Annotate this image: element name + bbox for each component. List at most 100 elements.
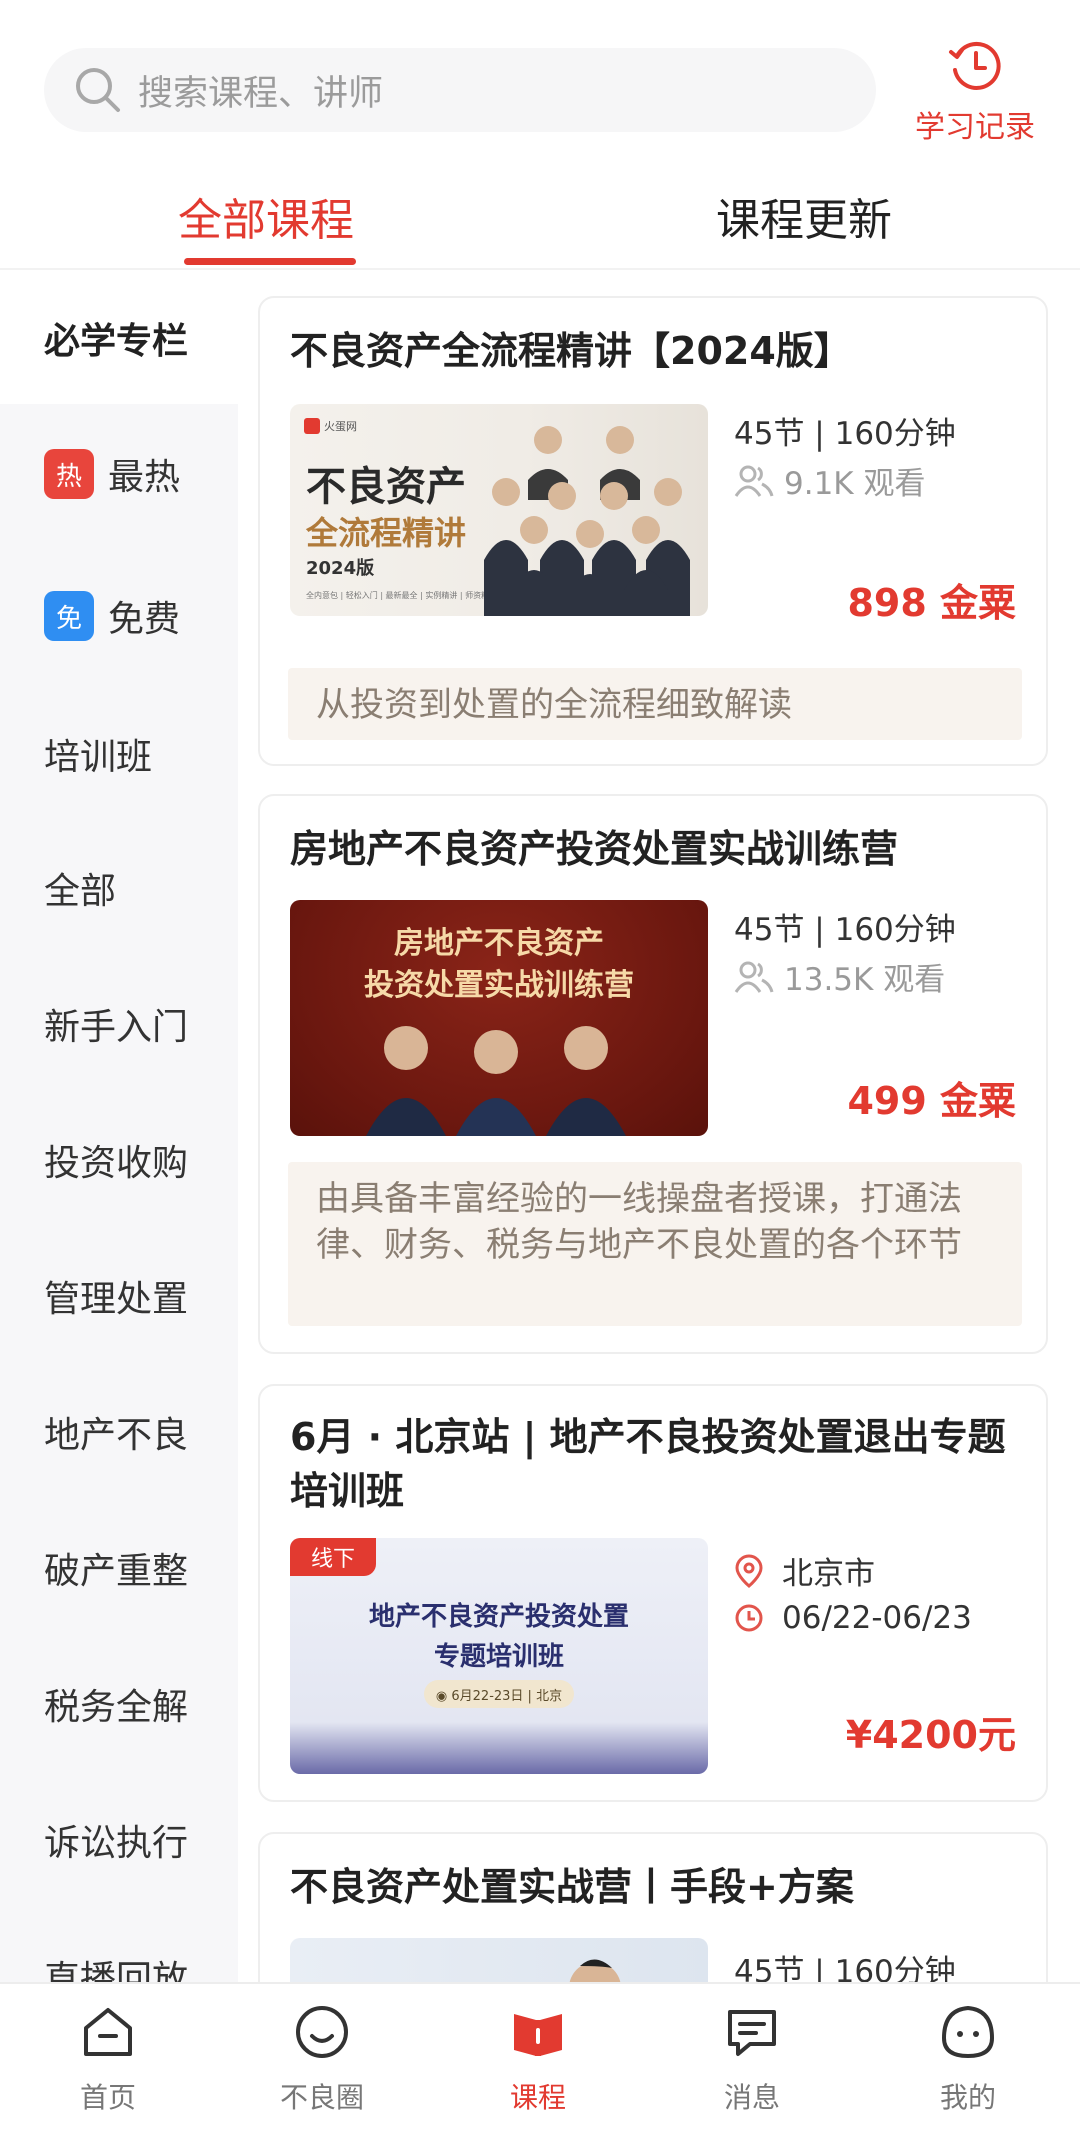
lesson-info: 45节 | 160分钟 xyxy=(734,912,956,948)
sidebar-item-must-learn[interactable]: 必学专栏 xyxy=(0,272,238,404)
study-history-label: 学习记录 xyxy=(915,110,1035,145)
dates-text: 06/22-06/23 xyxy=(782,1600,972,1636)
sidebar-item-management[interactable]: 管理处置 xyxy=(0,1246,238,1346)
course-thumbnail: 火蛋网 不良资产 全流程精讲 2024版 全内意包 | 轻松入门 | 最新最全 … xyxy=(290,404,708,616)
home-icon xyxy=(84,2008,132,2056)
book-icon xyxy=(514,2014,562,2056)
nav-community[interactable]: 不良圈 xyxy=(252,2000,392,2116)
nav-courses[interactable]: 课程 xyxy=(468,2000,608,2116)
sidebar-item-all[interactable]: 全部 xyxy=(0,838,238,938)
bottom-navigation: 首页 不良圈 课程 消息 我的 xyxy=(0,1982,1080,2134)
course-card[interactable]: 不良资产全流程精讲【2024版】 火蛋网 不良资产 全流程精讲 2024版 全内… xyxy=(258,296,1048,766)
nav-messages[interactable]: 消息 xyxy=(682,2000,822,2116)
view-count: 9.1K 观看 xyxy=(734,458,925,503)
search-bar[interactable]: 搜索课程、讲师 xyxy=(44,48,876,132)
thumb-line2: 专题培训班 xyxy=(433,1642,564,1672)
clock-icon xyxy=(949,41,1001,90)
sidebar-item-label: 诉讼执行 xyxy=(44,1823,189,1864)
lesson-info: 45节 | 160分钟 xyxy=(734,416,956,452)
study-history-button[interactable]: 学习记录 xyxy=(900,36,1050,146)
sidebar-item-label: 直播回放 xyxy=(44,1959,189,1982)
sidebar-item-label: 全部 xyxy=(44,871,117,912)
tab-all-courses[interactable]: 全部课程 xyxy=(178,184,354,248)
course-title: 不良资产全流程精讲【2024版】 xyxy=(290,329,852,373)
lecturer-photos xyxy=(484,426,690,616)
thumb-line1: 房地产不良资产 xyxy=(394,926,604,961)
sidebar-item-real-estate[interactable]: 地产不良 xyxy=(0,1382,238,1482)
search-placeholder: 搜索课程、讲师 xyxy=(138,73,384,114)
sidebar-item-label: 破产重整 xyxy=(44,1551,189,1592)
thumb-line1: 不良资产 xyxy=(306,464,466,510)
sidebar-item-label: 税务全解 xyxy=(44,1687,189,1728)
message-icon xyxy=(728,2010,776,2056)
nav-label: 课程 xyxy=(509,2081,566,2114)
course-card[interactable]: 6月 · 北京站 | 地产不良投资处置退出专题培训班 线下 地产不良资产投资处置… xyxy=(258,1384,1048,1802)
course-title: 6月 · 北京站 | 地产不良投资处置退出专题培训班 xyxy=(290,1415,1006,1513)
nav-label: 不良圈 xyxy=(279,2081,364,2114)
sidebar-item-label: 管理处置 xyxy=(44,1279,189,1320)
lecturer-photos xyxy=(366,1026,626,1136)
active-tab-indicator xyxy=(184,258,356,265)
sidebar-item-label: 新手入门 xyxy=(44,1007,189,1048)
free-badge: 免 xyxy=(44,591,94,641)
sidebar-item-tax[interactable]: 税务全解 xyxy=(0,1654,238,1754)
hot-badge: 热 xyxy=(44,449,94,499)
clock-icon xyxy=(735,1604,763,1632)
brand-mark xyxy=(304,418,320,434)
thumb-line2: 投资处置实战训练营 xyxy=(364,968,634,1003)
thumb-line2: 全流程精讲 xyxy=(306,514,467,552)
course-thumbnail: 房地产不良资产 投资处置实战训练营 xyxy=(290,900,708,1136)
view-count-text: 13.5K 观看 xyxy=(784,962,946,998)
people-icon xyxy=(734,961,774,993)
course-title: 房地产不良资产投资处置实战训练营 xyxy=(290,827,899,871)
course-thumbnail: 线下 地产不良资产投资处置 专题培训班 ◉ 6月22-23日 | 北京 xyxy=(290,1538,708,1774)
sidebar-item-label: 免费 xyxy=(108,599,181,640)
date-pill: ◉ 6月22-23日 | 北京 xyxy=(424,1680,574,1708)
location-text: 北京市 xyxy=(782,1556,875,1592)
thumb-line1: 地产不良资产投资处置 xyxy=(368,1602,629,1632)
nav-profile[interactable]: 我的 xyxy=(898,2000,1038,2116)
course-title: 不良资产处置实战营丨手段+方案 xyxy=(290,1865,854,1909)
nav-label: 我的 xyxy=(939,2081,996,2114)
course-description: 从投资到处置的全流程细致解读 xyxy=(288,668,1022,740)
sidebar-item-free[interactable]: 免 免费 xyxy=(0,566,238,666)
brand-logo: 火蛋网 xyxy=(304,418,357,434)
sidebar-item-training[interactable]: 培训班 xyxy=(0,704,238,804)
people-icon xyxy=(734,465,774,497)
view-count-text: 9.1K 观看 xyxy=(784,466,926,502)
view-count: 13.5K 观看 xyxy=(734,954,945,999)
course-card[interactable]: 房地产不良资产投资处置实战训练营 房地产不良资产 投资处置实战训练营 45节 |… xyxy=(258,794,1048,1354)
sidebar-item-bankruptcy[interactable]: 破产重整 xyxy=(0,1518,238,1618)
offline-tag: 线下 xyxy=(290,1538,376,1576)
sidebar-header-label: 必学专栏 xyxy=(44,321,189,362)
top-bar: 搜索课程、讲师 学习记录 xyxy=(0,0,1080,160)
sidebar-item-label: 培训班 xyxy=(44,737,153,778)
sidebar-item-label: 投资收购 xyxy=(44,1143,189,1184)
profile-icon xyxy=(941,2005,995,2059)
course-description: 由具备丰富经验的一线操盘者授课，打通法律、财务、税务与地产不良处置的各个环节 xyxy=(288,1162,1022,1326)
sidebar-item-hottest[interactable]: 热 最热 xyxy=(0,424,238,524)
event-dates: 06/22-06/23 xyxy=(734,1600,972,1636)
nav-label: 消息 xyxy=(723,2081,780,2114)
sidebar-item-label: 地产不良 xyxy=(44,1415,189,1456)
sidebar-item-live-replay[interactable]: 直播回放 xyxy=(0,1926,238,1982)
course-tabs: 全部课程 课程更新 xyxy=(0,170,1080,270)
search-icon xyxy=(72,64,124,116)
course-price: 499 金粟 xyxy=(847,1079,1016,1123)
sidebar-item-beginner[interactable]: 新手入门 xyxy=(0,974,238,1074)
tab-course-updates[interactable]: 课程更新 xyxy=(716,184,892,248)
sidebar-item-label: 最热 xyxy=(108,457,181,498)
thumb-line3: 2024版 xyxy=(306,558,375,579)
nav-home[interactable]: 首页 xyxy=(38,2000,178,2116)
nav-label: 首页 xyxy=(79,2081,136,2114)
location-pin-icon xyxy=(735,1553,763,1588)
sidebar-item-investment[interactable]: 投资收购 xyxy=(0,1110,238,1210)
brand-name: 火蛋网 xyxy=(324,420,357,433)
event-location: 北京市 xyxy=(734,1548,875,1593)
thumb-footer: 全内意包 | 轻松入门 | 最新最全 | 实例精讲 | 师资精萃 xyxy=(306,591,498,600)
course-price: ¥4200元 xyxy=(845,1713,1016,1757)
sidebar-item-litigation[interactable]: 诉讼执行 xyxy=(0,1790,238,1890)
smile-icon xyxy=(296,2006,348,2058)
category-sidebar: 必学专栏 热 最热 免 免费 培训班 全部 新手入门 投资收购 管理处置 地产不… xyxy=(0,272,238,1982)
course-price: 898 金粟 xyxy=(847,581,1016,625)
